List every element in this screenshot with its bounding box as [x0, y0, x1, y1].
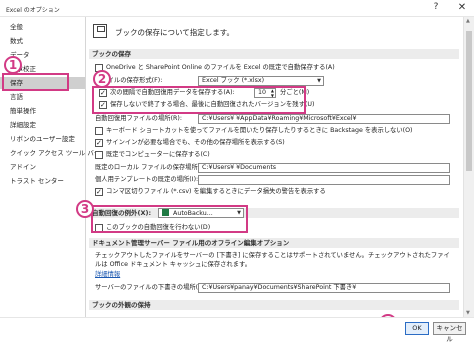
- cancel-button[interactable]: キャンセル: [433, 322, 466, 343]
- scroll-up-icon[interactable]: ▲: [466, 18, 470, 24]
- show-signin-locations-checkbox[interactable]: [95, 139, 103, 147]
- sidebar-item-language[interactable]: 言語: [0, 91, 85, 103]
- title-bar: Excel のオプション ? ✕: [0, 0, 474, 17]
- scroll-down-icon[interactable]: ▼: [466, 310, 470, 316]
- section-save: ブックの保存: [89, 49, 459, 59]
- vertical-scrollbar[interactable]: ▲ ▼: [463, 17, 474, 317]
- save-disk-icon: [93, 24, 107, 38]
- sidebar-item-accessibility[interactable]: 簡単操作: [0, 105, 85, 117]
- sidebar-item-general[interactable]: 全般: [0, 21, 85, 33]
- section-offline-editing: ドキュメント管理サーバー ファイル用のオフライン編集オプション: [89, 238, 459, 248]
- chevron-down-icon: ▼: [317, 78, 321, 84]
- drafts-location-input[interactable]: C:¥Users¥panay¥Documents¥SharePoint 下書き¥: [198, 283, 450, 293]
- callout-box-save: [2, 73, 69, 91]
- drafts-location-label: サーバーのファイルの下書きの場所(V):: [95, 284, 208, 291]
- scrollbar-thumb[interactable]: [466, 31, 472, 171]
- main-panel: ブックの保存について指定します。 ブックの保存 OneDrive と Share…: [87, 17, 463, 317]
- backstage-label: キーボード ショートカットを使ってファイルを開いたり保存したりするときに Bac…: [106, 127, 413, 134]
- ok-button[interactable]: OK: [405, 322, 429, 335]
- show-signin-locations-label: サインインが必要な場合でも、その他の保存場所を表示する(S): [106, 139, 285, 146]
- callout-box-autorecover: [92, 86, 306, 114]
- section-appearance: ブックの外観の保持: [89, 300, 459, 310]
- template-location-input[interactable]: [198, 175, 450, 185]
- save-to-computer-checkbox[interactable]: [95, 151, 103, 159]
- window-title: Excel のオプション: [6, 7, 60, 14]
- csv-warning-checkbox[interactable]: [95, 188, 103, 196]
- sidebar-item-customize-ribbon[interactable]: リボンのユーザー設定: [0, 133, 85, 145]
- local-location-label: 既定のローカル ファイルの保存場所(I):: [95, 164, 207, 171]
- details-link[interactable]: 詳細情報: [95, 270, 120, 280]
- dialog-footer: [0, 317, 474, 343]
- callout-box-exceptions: [91, 205, 248, 233]
- onedrive-autosave-label: OneDrive と SharePoint Online のファイルを Exce…: [106, 64, 335, 71]
- page-header: ブックの保存について指定します。: [115, 28, 235, 37]
- autorecover-location-label: 自動回復用ファイルの場所(R):: [95, 115, 182, 122]
- help-icon[interactable]: ?: [429, 2, 443, 15]
- offline-description: チェックアウトしたファイルをサーバーの [下書き] に保存することはサポートされ…: [95, 252, 450, 268]
- save-to-computer-label: 既定でコンピューターに保存する(C): [106, 151, 210, 158]
- autorecover-location-input[interactable]: C:¥Users¥ ¥AppData¥Roaming¥Microsoft¥Exc…: [198, 114, 450, 124]
- callout-badge-3: 3: [76, 200, 94, 218]
- sidebar-item-quick-access-toolbar[interactable]: クイック アクセス ツール バー: [0, 147, 100, 159]
- local-location-input[interactable]: C:¥Users¥ ¥Documents: [198, 163, 450, 173]
- template-location-label: 個人用テンプレートの既定の場所(I):: [95, 176, 199, 183]
- sidebar-item-formulas[interactable]: 数式: [0, 35, 85, 47]
- callout-badge-1: 1: [4, 56, 22, 74]
- backstage-checkbox[interactable]: [95, 127, 103, 135]
- save-format-dropdown[interactable]: Excel ブック (*.xlsx) ▼: [198, 76, 324, 86]
- save-format-value: Excel ブック (*.xlsx): [202, 77, 265, 84]
- sidebar-item-addins[interactable]: アドイン: [0, 161, 85, 173]
- sidebar-item-trust-center[interactable]: トラスト センター: [0, 175, 85, 187]
- sidebar-item-advanced[interactable]: 詳細設定: [0, 119, 85, 131]
- callout-badge-2: 2: [93, 70, 111, 88]
- csv-warning-label: コンマ区切りファイル (*.csv) を編集するときにデータ損失の警告を表示する: [106, 188, 326, 195]
- close-icon[interactable]: ✕: [455, 2, 469, 15]
